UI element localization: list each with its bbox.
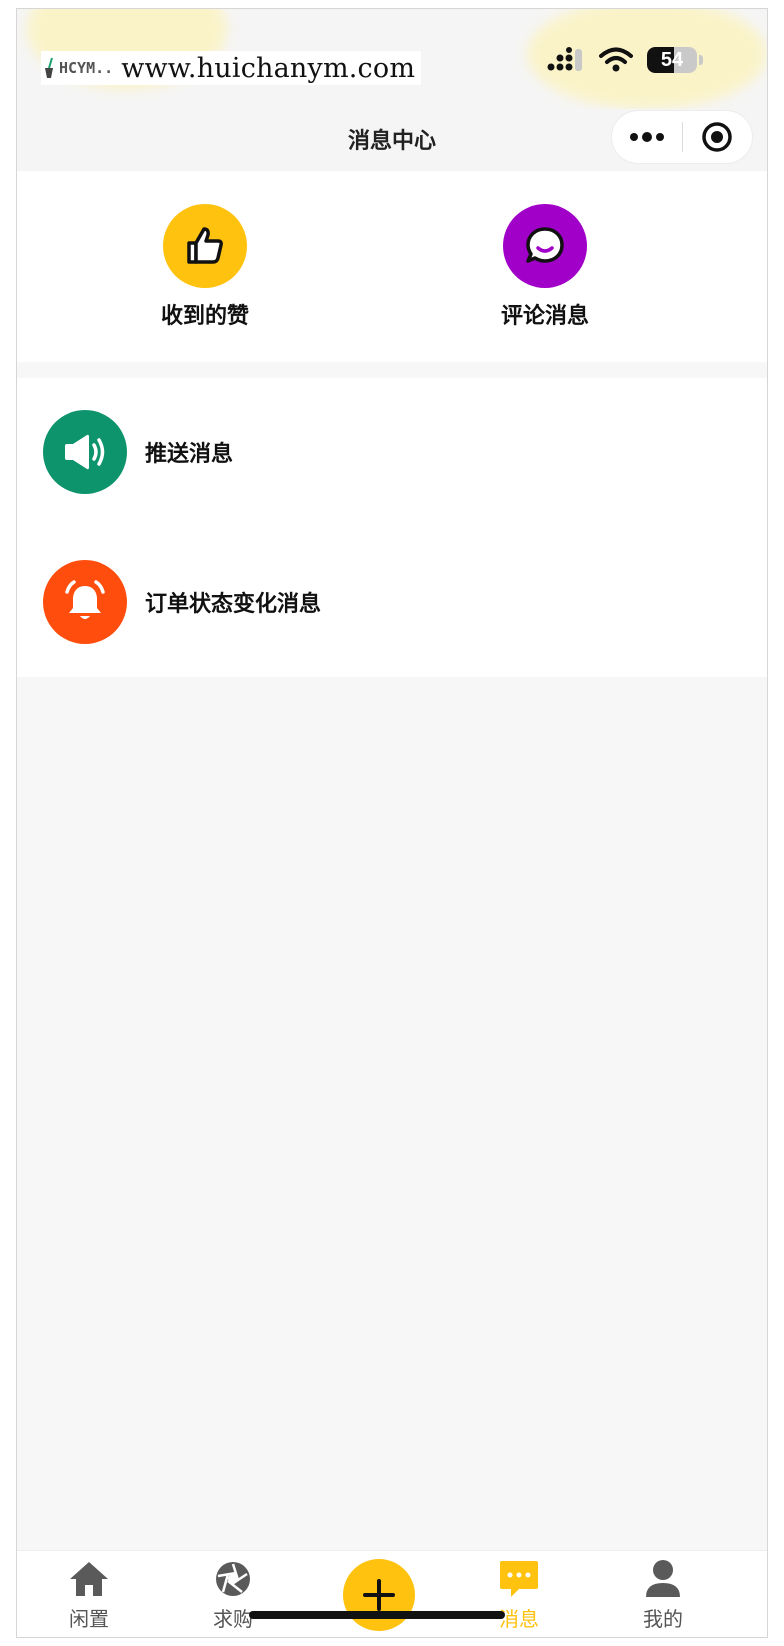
phone-frame: HCYM.. www.huichanym.com 54 消息中心 收到的赞 评论… [16,8,768,1638]
nav-bar: 消息中心 [17,109,767,171]
more-dots-icon [629,132,664,142]
status-icons: 54 [547,47,703,73]
watermark-url: www.huichanym.com [121,52,416,84]
status-bar: HCYM.. www.huichanym.com 54 [17,9,767,109]
user-icon [646,1560,680,1597]
more-button[interactable] [612,111,682,163]
publish-button[interactable] [343,1559,415,1631]
watermark-logo: HCYM.. [43,56,113,80]
order-status-messages-row[interactable]: 订单状态变化消息 [43,560,321,644]
message-list: 推送消息 订单状态变化消息 [17,378,767,677]
mini-program-capsule [611,110,753,164]
tab-label: 闲置 [69,1607,109,1631]
wifi-icon [599,47,633,72]
bell-icon [65,580,105,619]
received-likes-entry[interactable]: 收到的赞 [105,204,305,330]
speaker-badge [43,410,127,494]
signal-icon [547,47,582,71]
push-messages-row[interactable]: 推送消息 [43,410,233,494]
tab-idle[interactable]: 闲置 [39,1557,139,1632]
target-icon [702,122,732,152]
plus-icon [363,1579,395,1611]
comment-bubble-icon [526,227,564,263]
aperture-icon [216,1562,250,1596]
speaker-icon [65,434,105,470]
message-row-label: 订单状态变化消息 [145,592,322,617]
tab-label: 我的 [643,1607,683,1631]
thumbs-up-badge [163,204,247,288]
thumbs-up-icon [187,227,223,264]
bell-badge [43,560,127,644]
tab-wanted[interactable]: 求购 [183,1557,283,1632]
tab-profile[interactable]: 我的 [613,1557,713,1632]
home-icon [70,1562,108,1596]
watermark-logo-text: HCYM.. [59,59,114,77]
quick-actions-card: 收到的赞 评论消息 [17,171,767,362]
quick-action-label: 评论消息 [500,304,589,329]
comment-messages-entry[interactable]: 评论消息 [445,204,645,330]
tab-bar: 闲置 求购 消息 我的 [17,1550,767,1637]
chat-icon [500,1561,538,1597]
comment-badge [503,204,587,288]
tab-messages[interactable]: 消息 [469,1557,569,1632]
close-mini-program-button[interactable] [683,111,753,163]
battery-level: 54 [660,49,684,71]
message-row-label: 推送消息 [145,442,234,467]
quick-action-label: 收到的赞 [160,304,249,329]
shovel-icon [45,57,53,78]
watermark: HCYM.. www.huichanym.com [41,51,422,85]
home-indicator [249,1611,505,1619]
battery-indicator: 54 [647,47,697,73]
